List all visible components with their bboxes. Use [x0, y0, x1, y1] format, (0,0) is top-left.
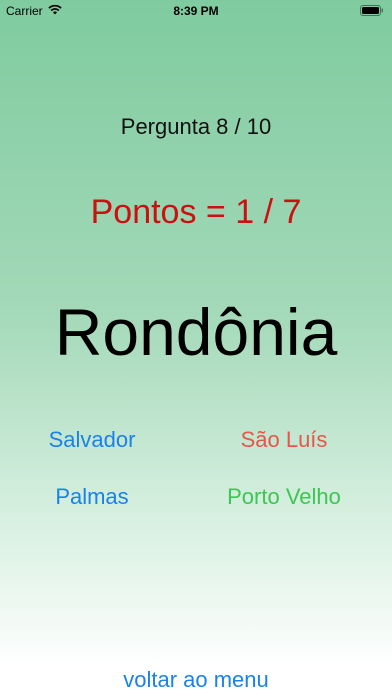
quiz-screen: Carrier 8:39 PM Pergunta 8 / 10 Pontos =… [0, 0, 392, 696]
answer-button-4[interactable]: Porto Velho [194, 483, 374, 511]
answer-button-2[interactable]: São Luís [194, 426, 374, 454]
answer-button-1[interactable]: Salvador [2, 426, 182, 454]
back-to-menu-button[interactable]: voltar ao menu [0, 666, 392, 694]
state-name: Rondônia [54, 295, 338, 369]
score-label: Pontos = 1 / 7 [90, 193, 302, 231]
battery-icon [360, 5, 383, 16]
answer-button-3[interactable]: Palmas [2, 483, 182, 511]
status-time: 8:39 PM [173, 4, 219, 18]
status-bar: Carrier 8:39 PM [0, 0, 392, 22]
question-counter: Pergunta 8 / 10 [120, 114, 272, 139]
